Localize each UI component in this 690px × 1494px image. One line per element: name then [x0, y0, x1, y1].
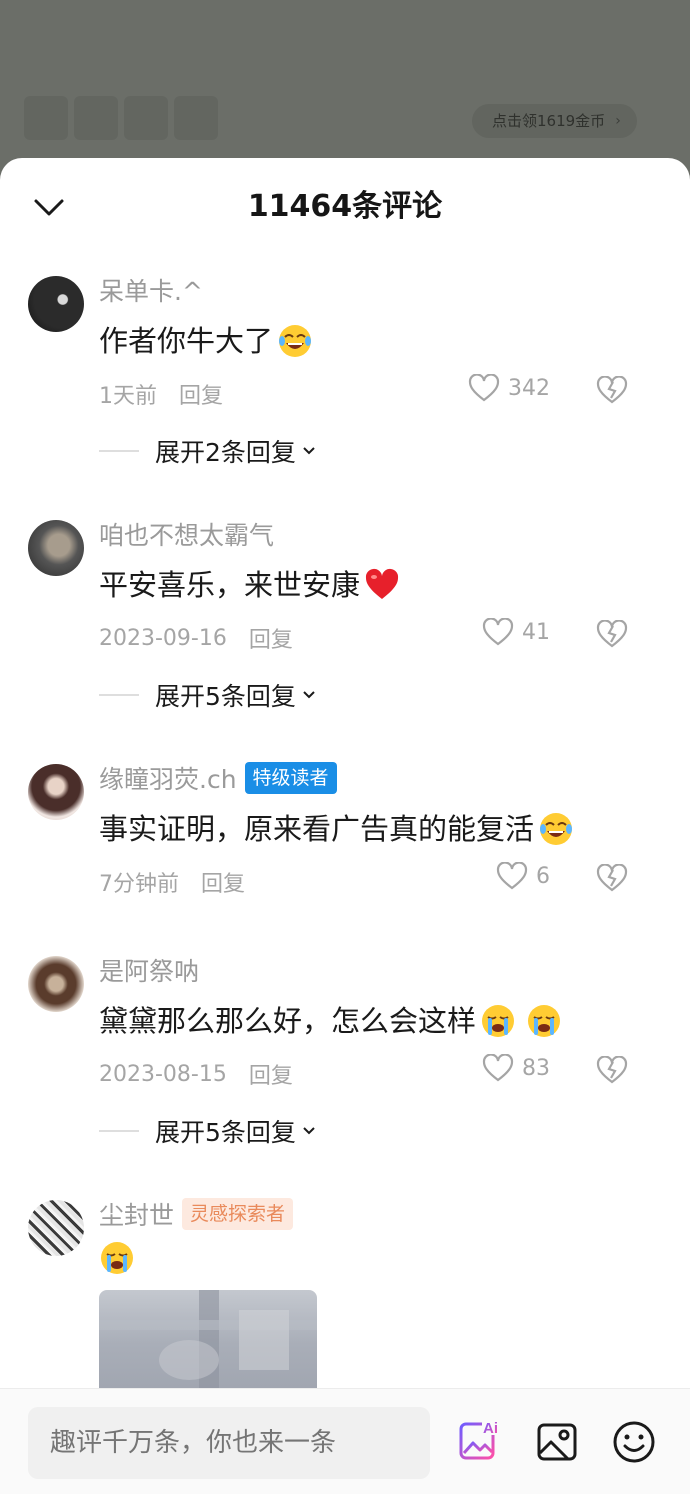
coin-reward-pill: 点击领1619金币 ›	[472, 104, 637, 138]
comment-count-title: 11464条评论	[247, 189, 443, 224]
heart-outline-icon	[482, 618, 514, 646]
dislike-button[interactable]	[596, 1055, 628, 1088]
username[interactable]: 咱也不想太霸气	[99, 516, 274, 552]
like-button[interactable]: 41	[482, 618, 550, 646]
like-button[interactable]: 6	[496, 862, 550, 890]
comment-text: 黛黛那么那么好，怎么会这样	[99, 996, 658, 1046]
sheet-header: 11464条评论	[0, 158, 690, 258]
image-upload-button[interactable]	[536, 1421, 578, 1463]
crying-emoji-icon	[528, 1005, 561, 1037]
comment-item: 缘瞳羽荧.ch 特级读者 事实证明，原来看广告真的能复活 7分钟前 回复 6	[0, 758, 690, 910]
avatar[interactable]	[28, 956, 84, 1012]
heart-outline-icon	[496, 862, 528, 890]
laughing-tears-emoji-icon	[279, 325, 312, 357]
reader-level-badge: 特级读者	[244, 762, 337, 794]
comment-text	[99, 1240, 658, 1276]
expand-divider	[99, 1130, 139, 1132]
expand-replies-label: 展开2条回复	[155, 438, 296, 467]
comment-time: 2023-08-15	[99, 1061, 227, 1087]
chevron-down-icon	[303, 1127, 315, 1135]
avatar[interactable]	[28, 520, 84, 576]
expand-divider	[99, 450, 139, 452]
like-count: 6	[536, 863, 550, 889]
comment-time: 1天前	[99, 384, 157, 409]
heart-outline-icon	[482, 1054, 514, 1082]
like-button[interactable]: 83	[482, 1054, 550, 1082]
expand-replies-label: 展开5条回复	[155, 682, 296, 711]
chevron-down-icon	[303, 447, 315, 455]
username[interactable]: 缘瞳羽荧.ch	[99, 760, 237, 796]
like-count: 83	[522, 1055, 550, 1081]
like-count: 342	[508, 375, 550, 401]
comment-input-bar: Ai	[0, 1388, 690, 1494]
reply-button[interactable]: 回复	[249, 622, 293, 654]
expand-replies-button[interactable]: 展开5条回复	[99, 670, 658, 720]
expand-divider	[99, 694, 139, 696]
avatar[interactable]	[28, 764, 84, 820]
broken-heart-icon	[596, 375, 628, 404]
comments-sheet: 11464条评论 呆单卡.^ 作者你牛大了 1天前 回复 342 展开2条回复 …	[0, 158, 690, 1494]
username[interactable]: 呆单卡.^	[99, 272, 203, 308]
like-button[interactable]: 342	[468, 374, 550, 402]
username[interactable]: 尘封世	[99, 1196, 174, 1232]
comment-time: 2023-09-16	[99, 625, 227, 651]
comment-list: 呆单卡.^ 作者你牛大了 1天前 回复 342 展开2条回复 咱也不想太霸气 平…	[0, 270, 690, 1410]
broken-heart-icon	[596, 1055, 628, 1084]
red-heart-emoji-icon	[365, 568, 399, 599]
comment-time: 7分钟前	[99, 872, 179, 897]
expand-replies-button[interactable]: 展开5条回复	[99, 1106, 658, 1156]
dislike-button[interactable]	[596, 619, 628, 652]
comment-item: 呆单卡.^ 作者你牛大了 1天前 回复 342 展开2条回复	[0, 270, 690, 476]
comment-text: 作者你牛大了	[99, 316, 658, 366]
ai-compose-button[interactable]: Ai	[458, 1419, 502, 1463]
background-title-placeholder	[24, 96, 224, 152]
crying-emoji-icon	[101, 1242, 133, 1274]
chevron-down-icon	[303, 691, 315, 699]
comment-item: 是阿祭呐 黛黛那么那么好，怎么会这样 2023-08-15 回复 83 展开5条…	[0, 950, 690, 1156]
comment-text: 平安喜乐，来世安康	[99, 560, 658, 610]
image-icon	[537, 1423, 577, 1461]
dislike-button[interactable]	[596, 863, 628, 896]
smiley-icon	[613, 1421, 655, 1463]
reply-button[interactable]: 回复	[249, 1058, 293, 1090]
comment-item: 咱也不想太霸气 平安喜乐，来世安康 2023-09-16 回复 41 展开5条回…	[0, 514, 690, 720]
dislike-button[interactable]	[596, 375, 628, 408]
laughing-tears-emoji-icon	[540, 813, 573, 845]
reply-button[interactable]: 回复	[179, 378, 223, 410]
username[interactable]: 是阿祭呐	[99, 952, 199, 988]
like-count: 41	[522, 619, 550, 645]
expand-replies-button[interactable]: 展开2条回复	[99, 426, 658, 476]
expand-replies-label: 展开5条回复	[155, 1118, 296, 1147]
crying-emoji-icon	[482, 1005, 515, 1037]
emoji-button[interactable]	[612, 1420, 656, 1464]
reply-button[interactable]: 回复	[201, 866, 245, 898]
broken-heart-icon	[596, 863, 628, 892]
avatar[interactable]	[28, 276, 84, 332]
ai-icon-label: Ai	[483, 1420, 498, 1437]
explorer-badge: 灵感探索者	[182, 1198, 294, 1230]
coin-reward-label: 点击领1619金币	[492, 112, 606, 130]
comment-input[interactable]	[28, 1407, 430, 1479]
avatar[interactable]	[28, 1200, 84, 1256]
chevron-right-icon: ›	[615, 113, 621, 129]
broken-heart-icon	[596, 619, 628, 648]
comment-item: 尘封世 灵感探索者	[0, 1194, 690, 1410]
heart-outline-icon	[468, 374, 500, 402]
comment-text: 事实证明，原来看广告真的能复活	[99, 804, 658, 854]
ai-image-icon: Ai	[459, 1419, 502, 1460]
